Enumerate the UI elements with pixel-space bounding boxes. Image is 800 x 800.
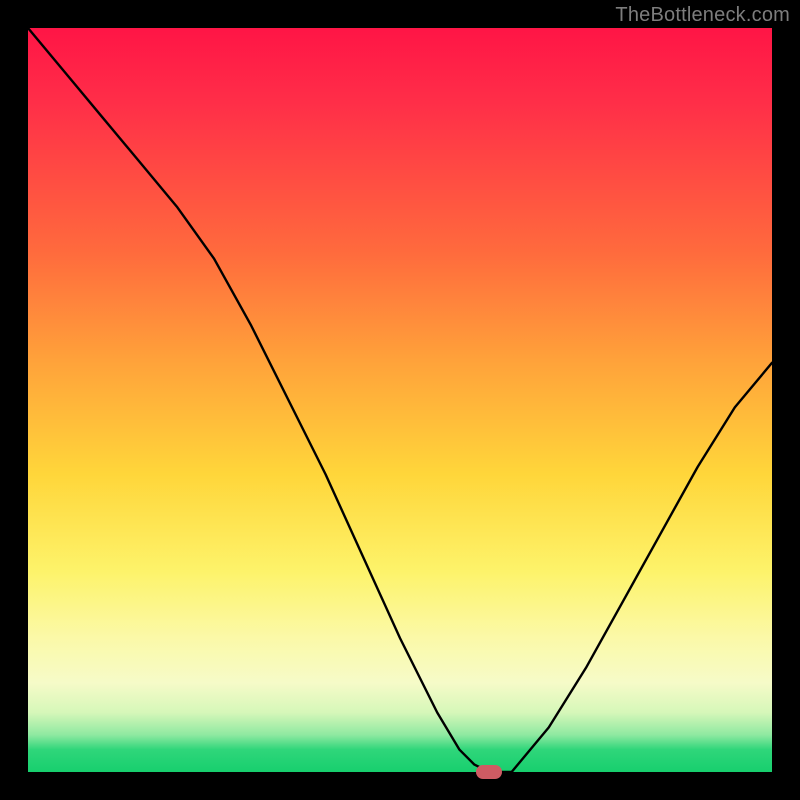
- plot-area: [28, 28, 772, 772]
- minimum-marker: [476, 765, 502, 779]
- chart-frame: TheBottleneck.com: [0, 0, 800, 800]
- watermark-text: TheBottleneck.com: [615, 4, 790, 27]
- bottleneck-curve: [28, 28, 772, 772]
